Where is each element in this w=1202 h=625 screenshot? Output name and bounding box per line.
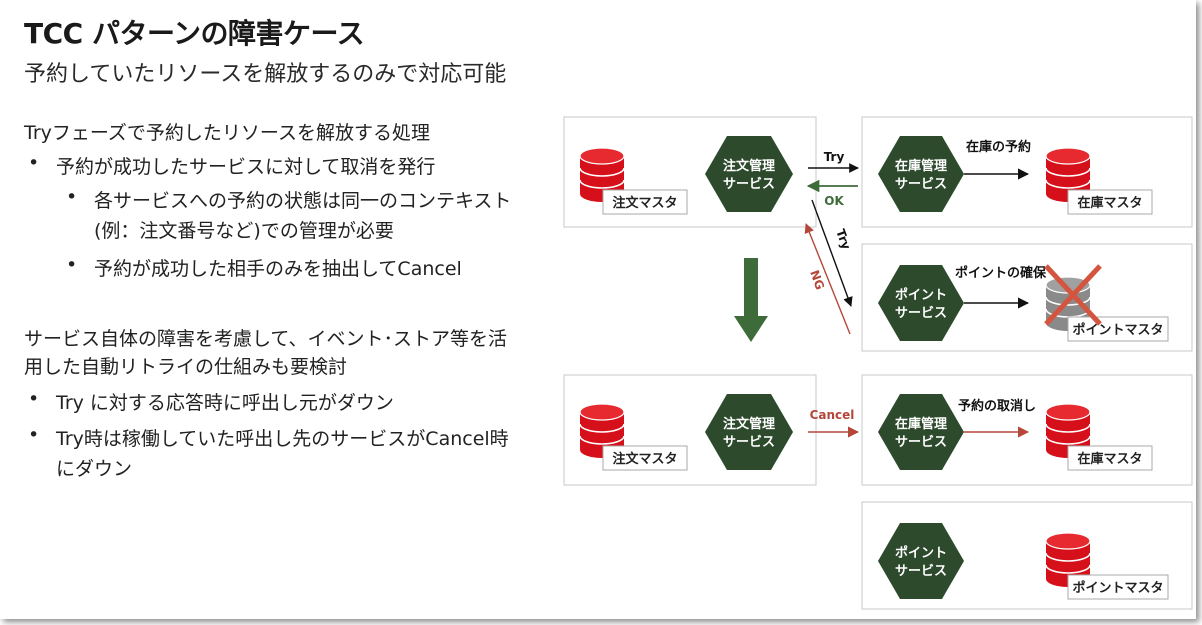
svg-text:サービス: サービス (723, 434, 775, 450)
down-arrow-icon (744, 258, 758, 316)
svg-text:ポイント: ポイント (895, 545, 947, 561)
order-master-label-bottom: 注文マスタ (612, 451, 677, 467)
cancel-label: Cancel (810, 408, 855, 422)
point-master-label-top: ポイントマスタ (1072, 322, 1163, 338)
try-label: Try (824, 150, 845, 164)
svg-text:サービス: サービス (895, 305, 947, 321)
svg-text:サービス: サービス (723, 176, 775, 192)
svg-text:注文管理: 注文管理 (723, 416, 775, 432)
svg-text:サービス: サービス (895, 176, 947, 192)
order-service-label: 注文管理 (723, 158, 775, 174)
svg-text:サービス: サービス (895, 563, 947, 579)
reserve-inventory-label: 在庫の予約 (966, 139, 1031, 155)
svg-text:サービス: サービス (895, 434, 947, 450)
svg-text:在庫管理: 在庫管理 (895, 416, 947, 432)
inventory-master-label-bottom: 在庫マスタ (1077, 451, 1142, 467)
tcc-diagram: 注文マスタ 注文管理 サービス 在庫管理 サービス 在庫の予約 在庫マスタ Tr… (563, 116, 1193, 610)
reserve-points-label: ポイントの確保 (955, 265, 1047, 281)
order-master-label: 注文マスタ (612, 195, 677, 211)
point-master-label-bottom: ポイントマスタ (1072, 580, 1163, 596)
inventory-master-label-top: 在庫マスタ (1077, 195, 1142, 211)
ok-label: OK (824, 194, 844, 208)
svg-text:ポイント: ポイント (895, 287, 947, 303)
cancel-reservation-label: 予約の取消し (958, 398, 1036, 414)
try-diagonal-label: Try (833, 227, 853, 251)
ng-label: NG (807, 268, 827, 291)
svg-text:在庫管理: 在庫管理 (895, 158, 947, 174)
